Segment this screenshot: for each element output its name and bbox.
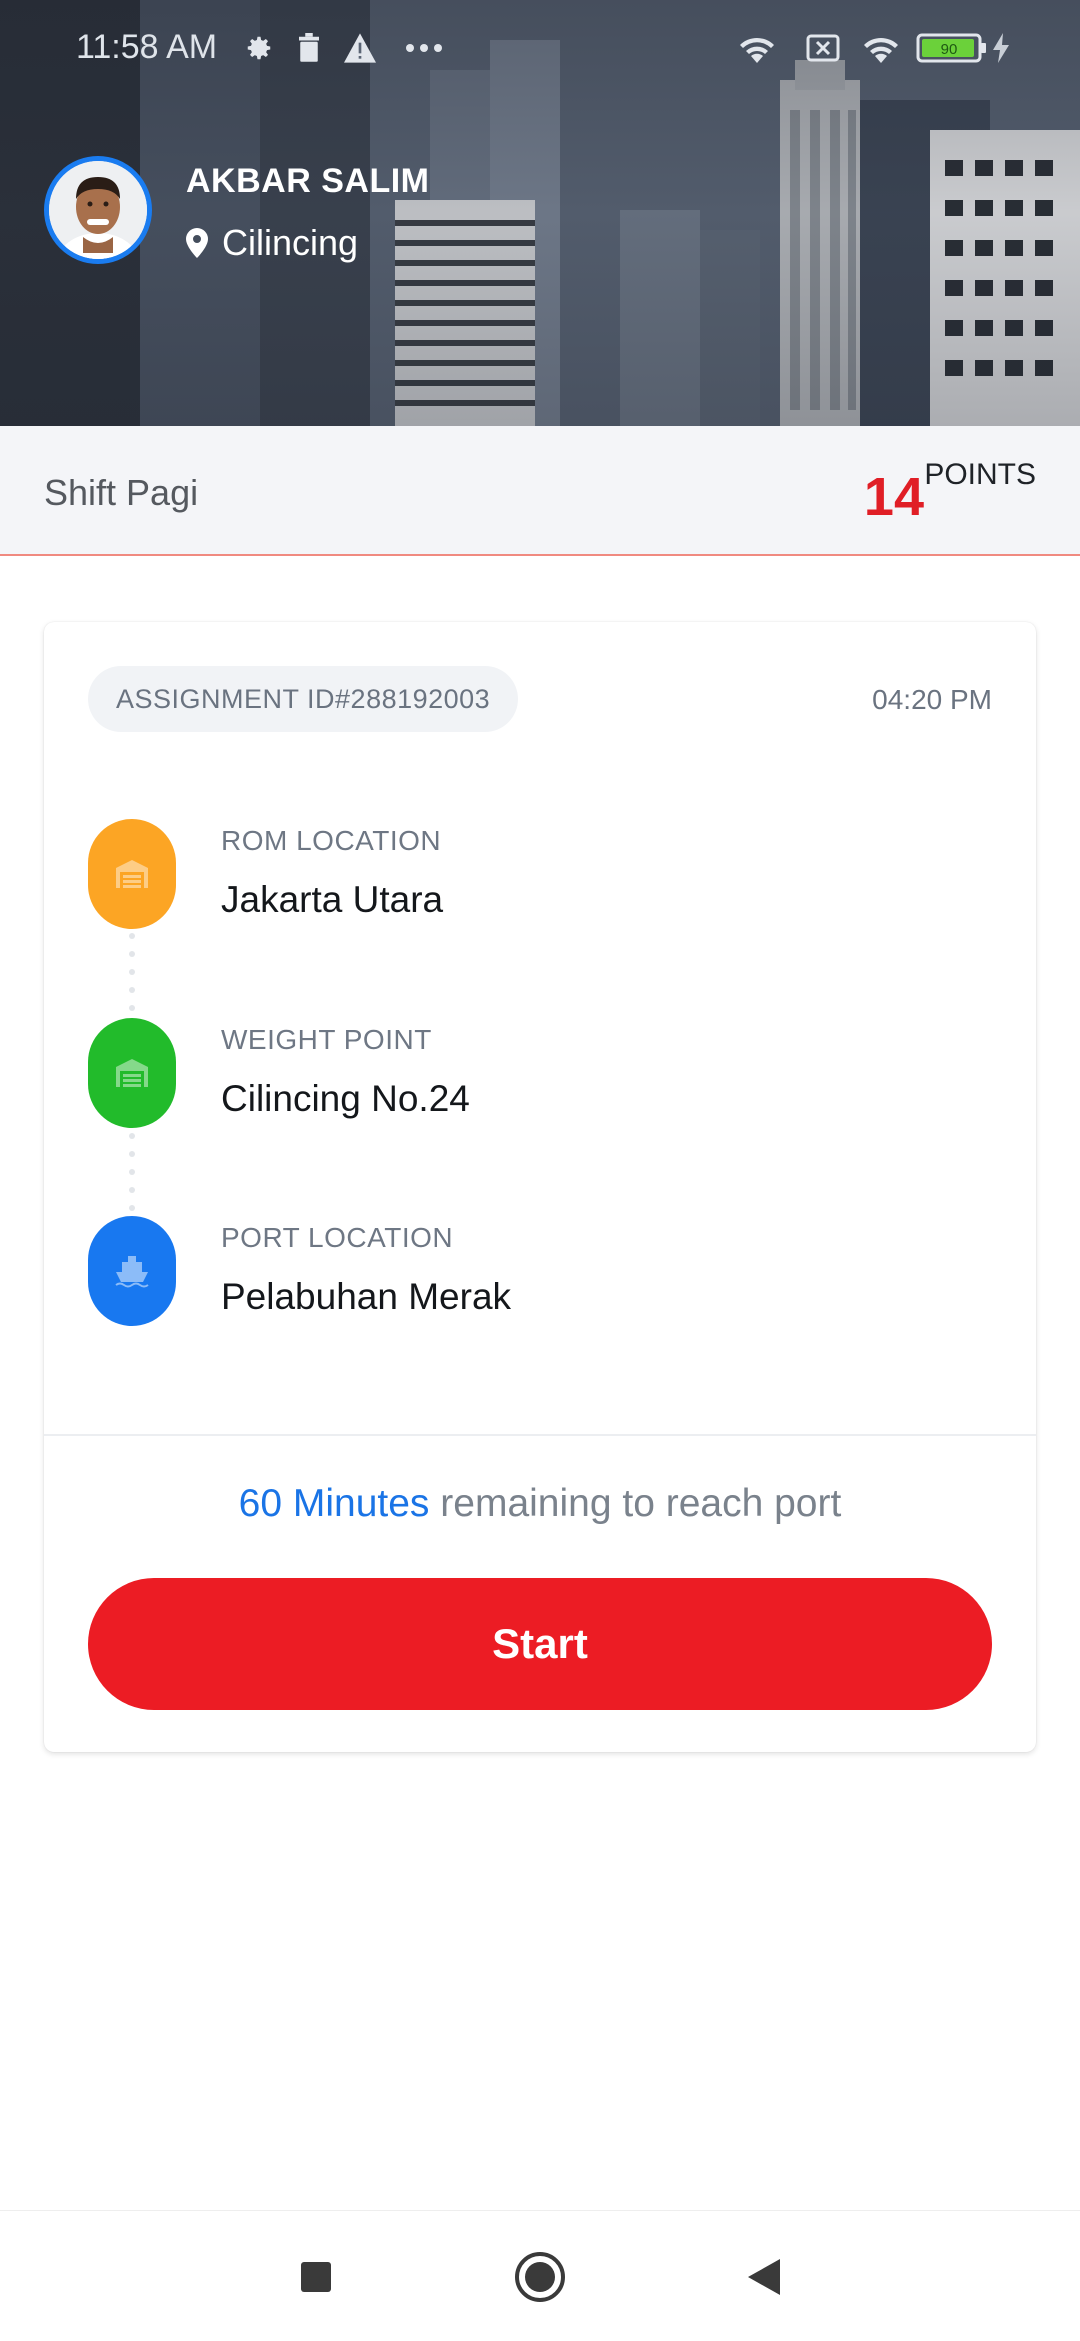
remaining-label: remaining to reach port — [429, 1482, 842, 1525]
points-value: 14 — [863, 467, 924, 527]
ship-icon — [115, 1256, 149, 1288]
stop-marker — [88, 819, 176, 929]
stop-label: ROM LOCATION — [221, 825, 442, 856]
stop-label: PORT LOCATION — [221, 1222, 454, 1253]
stop-value: Cilincing No.24 — [221, 1078, 470, 1119]
settings-icon — [244, 30, 274, 66]
start-button-label: Start — [492, 1620, 588, 1667]
remaining-time-text: 60 Minutes remaining to reach port — [44, 1482, 1036, 1526]
back-button[interactable] — [734, 2247, 794, 2307]
home-button[interactable] — [510, 2247, 570, 2307]
shift-bar: Shift Pagi 14 POINTS — [0, 426, 1080, 556]
shift-label: Shift Pagi — [44, 472, 199, 513]
sim-icon — [806, 30, 840, 66]
wifi-icon — [858, 30, 904, 66]
card-divider — [44, 1434, 1036, 1436]
start-button[interactable]: Start — [88, 1578, 992, 1710]
battery-level: 90 — [941, 41, 958, 58]
assignment-id-badge: ASSIGNMENT ID#288192003 — [88, 666, 519, 732]
route-connector — [129, 933, 135, 1011]
user-location: Cilincing — [186, 222, 358, 264]
stop-marker — [88, 1018, 176, 1128]
status-time: 11:58 AM — [76, 28, 218, 66]
circle-icon — [515, 2252, 565, 2302]
square-icon — [301, 2262, 331, 2292]
warehouse-icon — [116, 1059, 148, 1087]
user-name: AKBAR SALIM — [186, 162, 430, 200]
avatar[interactable] — [44, 156, 152, 264]
charging-icon — [992, 30, 1010, 66]
location-pin-icon — [186, 228, 208, 258]
remaining-minutes: 60 Minutes — [238, 1482, 430, 1525]
route-connector — [129, 1133, 135, 1211]
stop-port-location: PORT LOCATION Pelabuhan Merak — [88, 1216, 988, 1326]
stop-value: Pelabuhan Merak — [221, 1276, 512, 1317]
battery-icon: 90 — [916, 30, 988, 66]
trash-icon — [296, 30, 322, 66]
more-icon — [404, 30, 444, 66]
wifi-icon — [734, 30, 780, 66]
assignment-card: ASSIGNMENT ID#288192003 04:20 PM ROM LOC… — [44, 622, 1036, 1752]
triangle-back-icon — [748, 2259, 780, 2295]
recents-button[interactable] — [286, 2247, 346, 2307]
system-nav-bar — [0, 2210, 1080, 2341]
points-unit: POINTS — [924, 458, 1036, 491]
profile-header: 11:58 AM 90 AKBAR SALIM Cilincing — [0, 0, 1080, 426]
stop-weight-point: WEIGHT POINT Cilincing No.24 — [88, 1018, 988, 1128]
assignment-time: 04:20 PM — [872, 684, 992, 715]
warehouse-icon — [116, 860, 148, 888]
warning-icon — [344, 30, 376, 66]
user-location-label: Cilincing — [222, 222, 359, 263]
stop-rom-location: ROM LOCATION Jakarta Utara — [88, 819, 988, 929]
status-bar: 11:58 AM 90 — [0, 0, 1080, 96]
assignment-id-label: ASSIGNMENT ID#288192003 — [116, 683, 491, 714]
stop-value: Jakarta Utara — [221, 879, 444, 920]
stop-label: WEIGHT POINT — [221, 1024, 432, 1055]
stop-marker — [88, 1216, 176, 1326]
